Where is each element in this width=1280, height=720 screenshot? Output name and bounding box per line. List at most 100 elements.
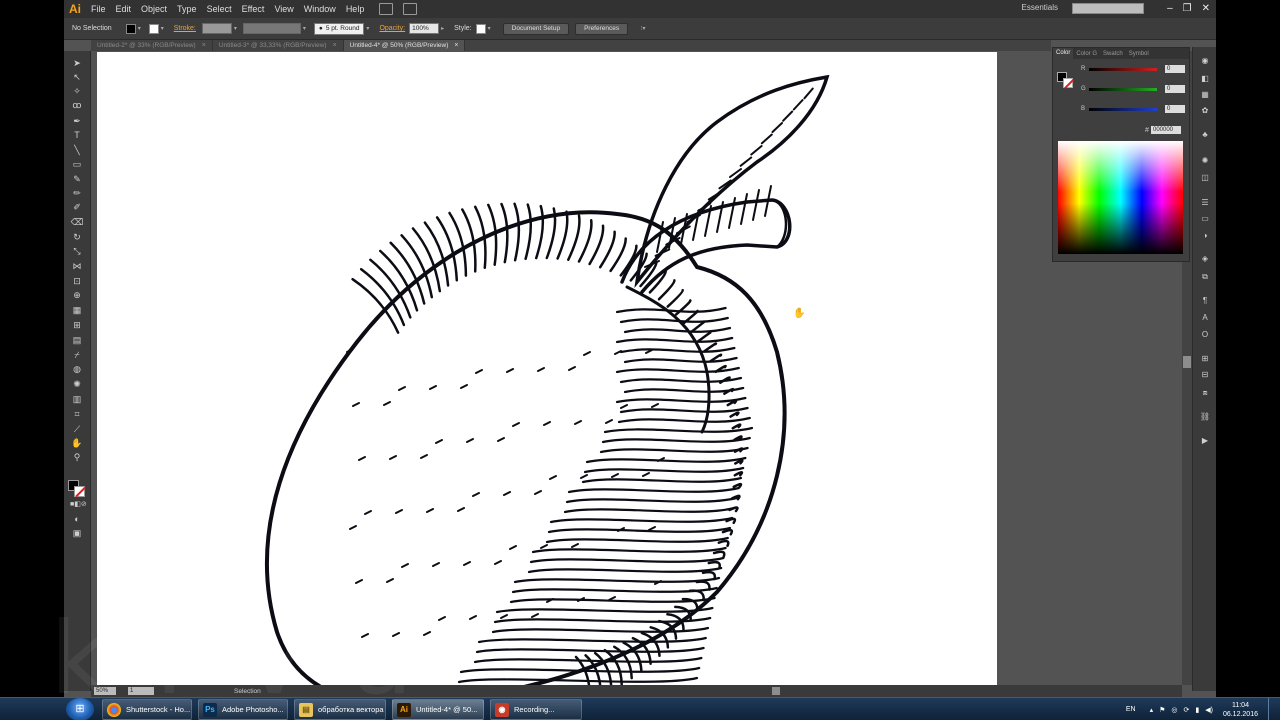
- stroke-color-swatch[interactable]: [74, 486, 85, 497]
- network-icon[interactable]: ▮: [1195, 706, 1199, 714]
- perspective-grid-icon[interactable]: ▦: [70, 304, 84, 316]
- appearance-icon[interactable]: ◫: [1199, 172, 1211, 183]
- red-track[interactable]: [1089, 67, 1157, 71]
- taskbar-item-chrome[interactable]: Shutterstock - Ho...: [102, 699, 192, 720]
- chevron-down-icon[interactable]: ▾: [364, 24, 371, 34]
- artboard-navigation-field[interactable]: 1: [128, 687, 154, 695]
- stroke-panel-icon[interactable]: ☰: [1199, 197, 1211, 208]
- column-graph-icon[interactable]: ▥: [70, 393, 84, 405]
- artboard-tool-icon[interactable]: ⌗: [70, 408, 84, 420]
- rotate-icon[interactable]: ↻: [70, 231, 84, 243]
- hex-value-field[interactable]: 000000: [1151, 126, 1181, 134]
- eraser-icon[interactable]: ⌫: [70, 216, 84, 228]
- stroke-weight-field[interactable]: [201, 23, 232, 34]
- tray-flag-icon[interactable]: ⚑: [1159, 706, 1165, 714]
- paintbrush-icon[interactable]: ✎: [70, 173, 84, 185]
- zoom-level-field[interactable]: 50%: [94, 687, 116, 695]
- transform-icon[interactable]: ⧈: [1199, 387, 1211, 398]
- graphic-styles-icon[interactable]: ✺: [1199, 155, 1211, 166]
- menu-object[interactable]: Object: [136, 4, 172, 14]
- preferences-button[interactable]: Preferences: [575, 22, 629, 35]
- tray-update-icon[interactable]: ⟳: [1184, 706, 1190, 714]
- taskbar-item-folder[interactable]: ▤ обработка вектора: [294, 699, 386, 720]
- clock[interactable]: 11:04 06.12.2016: [1223, 701, 1258, 719]
- type-tool-icon[interactable]: T: [70, 129, 84, 141]
- color-spectrum[interactable]: [1058, 141, 1183, 254]
- menu-type[interactable]: Type: [172, 4, 202, 14]
- document-setup-button[interactable]: Document Setup: [502, 22, 570, 35]
- menu-effect[interactable]: Effect: [237, 4, 270, 14]
- links-icon[interactable]: ⛓: [1199, 411, 1211, 422]
- stroke-label[interactable]: Stroke:: [174, 25, 196, 32]
- pen-tool-icon[interactable]: ✒: [70, 115, 84, 127]
- tab-color[interactable]: Color: [1053, 48, 1074, 59]
- brushes-icon[interactable]: ✿: [1199, 105, 1211, 116]
- draw-mode-icon[interactable]: ◐: [70, 513, 84, 525]
- show-desktop-button[interactable]: [1268, 698, 1280, 720]
- screen-mode-icon[interactable]: ▣: [70, 527, 84, 539]
- canvas-area[interactable]: ✋: [91, 51, 1051, 685]
- fill-swatch[interactable]: [125, 23, 136, 34]
- tab-color-guide[interactable]: Color G: [1073, 51, 1100, 57]
- layers-icon[interactable]: ◈: [1199, 253, 1211, 264]
- minimize-button[interactable]: –: [1167, 3, 1173, 14]
- menu-help[interactable]: Help: [341, 4, 370, 14]
- help-search-input[interactable]: [1072, 3, 1144, 14]
- free-transform-icon[interactable]: ⊡: [70, 275, 84, 287]
- scale-icon[interactable]: ⤡: [70, 245, 84, 257]
- scroll-thumb[interactable]: [1183, 356, 1191, 368]
- tab-untitled-4[interactable]: Untitled-4* @ 50% (RGB/Preview) ×: [343, 40, 466, 51]
- tab-untitled-3[interactable]: Untitled-3* @ 33,33% (RGB/Preview) ×: [213, 40, 344, 51]
- tray-expand-icon[interactable]: ▴: [1150, 706, 1154, 714]
- language-indicator[interactable]: EN: [1126, 706, 1136, 713]
- zoom-tool-icon[interactable]: ⚲: [70, 451, 84, 463]
- symbols-icon[interactable]: ♣: [1199, 129, 1211, 140]
- eyedropper-icon[interactable]: ⌿: [70, 349, 84, 361]
- red-slider[interactable]: R 0: [1081, 64, 1189, 74]
- stroke-swatch[interactable]: [148, 23, 159, 34]
- green-track[interactable]: [1089, 87, 1157, 91]
- align-icon[interactable]: ⊞: [1199, 353, 1211, 364]
- color-guide-icon[interactable]: ◧: [1199, 73, 1211, 84]
- arrange-icon[interactable]: ⁝▾: [636, 24, 650, 34]
- workspace-switcher[interactable]: Essentials: [1022, 3, 1058, 12]
- opentype-icon[interactable]: O: [1199, 329, 1211, 340]
- taskbar-item-recording[interactable]: ◉ Recording...: [490, 699, 582, 720]
- gradient-panel-icon[interactable]: ▭: [1199, 213, 1211, 224]
- chevron-down-icon[interactable]: ▾: [301, 24, 308, 34]
- brush-definition-select[interactable]: ● 5 pt. Round: [313, 22, 365, 35]
- slice-tool-icon[interactable]: ⟋: [70, 423, 84, 435]
- color-panel-icon[interactable]: ◉: [1199, 55, 1211, 66]
- actions-icon[interactable]: ▶: [1199, 435, 1211, 446]
- chevron-down-icon[interactable]: ▾: [159, 24, 166, 34]
- pencil-icon[interactable]: ✏: [70, 187, 84, 199]
- selection-tool-icon[interactable]: ➤: [70, 57, 84, 69]
- opacity-field[interactable]: 100%: [409, 23, 440, 34]
- taskbar-item-illustrator[interactable]: Ai Untitled-4* @ 50...: [392, 699, 484, 720]
- mesh-tool-icon[interactable]: ⊞: [70, 319, 84, 331]
- tray-app-icon[interactable]: ◎: [1171, 706, 1177, 714]
- hand-tool-icon[interactable]: ✋: [70, 437, 84, 449]
- blue-value-field[interactable]: 0: [1165, 105, 1185, 113]
- graphic-style-swatch[interactable]: [475, 23, 486, 34]
- close-tab-icon[interactable]: ×: [454, 42, 458, 49]
- menu-edit[interactable]: Edit: [111, 4, 137, 14]
- close-tab-icon[interactable]: ×: [333, 42, 337, 49]
- close-tab-icon[interactable]: ×: [202, 42, 206, 49]
- variable-width-profile[interactable]: [242, 23, 301, 34]
- tab-symbols[interactable]: Symbol: [1126, 51, 1152, 57]
- artboard[interactable]: ✋: [97, 52, 997, 685]
- taskbar-item-photoshop[interactable]: Ps Adobe Photosho...: [198, 699, 288, 720]
- artboards-icon[interactable]: ⧉: [1199, 271, 1211, 282]
- green-value-field[interactable]: 0: [1165, 85, 1185, 93]
- shape-builder-icon[interactable]: ⊕: [70, 289, 84, 301]
- chevron-down-icon[interactable]: ▾: [232, 24, 239, 34]
- magic-wand-icon[interactable]: ✧: [70, 85, 84, 97]
- tab-untitled-2[interactable]: Untitled-2* @ 33% (RGB/Preview) ×: [91, 40, 213, 51]
- blue-track[interactable]: [1089, 107, 1157, 111]
- transparency-icon[interactable]: ◑: [1199, 230, 1211, 241]
- symbol-sprayer-icon[interactable]: ✺: [70, 378, 84, 390]
- start-button[interactable]: ⊞: [66, 698, 94, 720]
- direct-selection-tool-icon[interactable]: ↖: [70, 71, 84, 83]
- swatches-icon[interactable]: ▦: [1199, 89, 1211, 100]
